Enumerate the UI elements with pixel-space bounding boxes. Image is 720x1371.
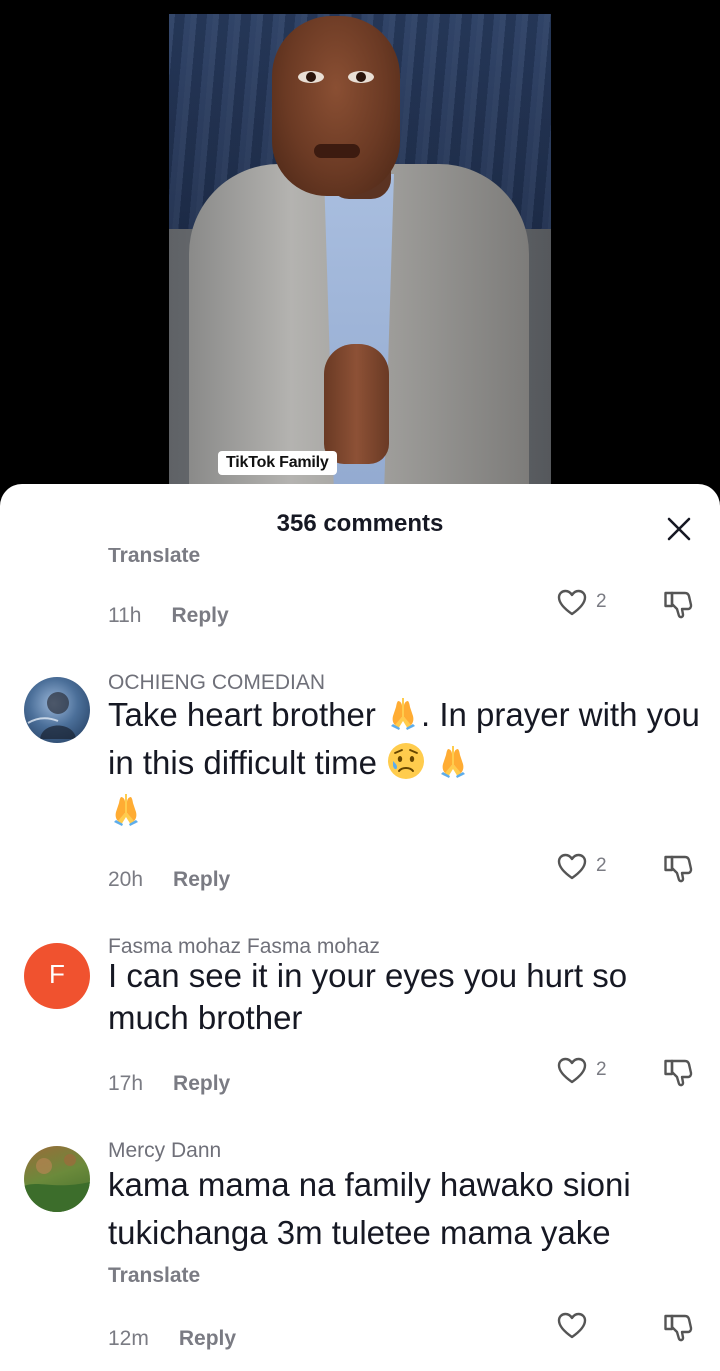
reply-button[interactable]: Reply xyxy=(171,604,228,627)
folded-hands-icon xyxy=(108,791,144,827)
comments-header: 356 comments xyxy=(0,484,720,548)
sad-face-icon xyxy=(386,741,426,781)
dislike-button[interactable] xyxy=(662,588,696,622)
like-button[interactable]: 2 xyxy=(556,587,616,621)
translate-link[interactable]: Translate xyxy=(108,1264,200,1288)
thumbs-down-icon xyxy=(662,1311,694,1343)
avatar[interactable] xyxy=(24,677,90,743)
video-person-eye xyxy=(348,71,374,83)
comment-text: kama mama na family hawako sioni tukicha… xyxy=(108,1166,631,1251)
comments-sheet: 356 comments Translate 11h Reply 2 OCHIE… xyxy=(0,484,720,1371)
video-watermark: TikTok Family xyxy=(218,451,337,475)
dislike-button[interactable] xyxy=(662,1311,696,1345)
folded-hands-icon xyxy=(435,743,471,779)
avatar-image xyxy=(24,1154,90,1212)
comment-meta: 12m Reply xyxy=(108,1327,236,1351)
comment-time: 12m xyxy=(108,1327,149,1350)
comment-time: 11h xyxy=(108,604,142,627)
reply-button[interactable]: Reply xyxy=(173,1072,230,1095)
like-count: 2 xyxy=(596,591,607,612)
comments-count-title: 356 comments xyxy=(276,510,444,537)
comment-username[interactable]: Mercy Dann xyxy=(108,1139,221,1163)
video-frame: TikTok Family xyxy=(169,14,551,484)
avatar-image xyxy=(27,692,76,739)
close-button[interactable] xyxy=(662,512,696,546)
comment-text-part: Take heart brother xyxy=(108,696,385,733)
like-button[interactable]: 2 xyxy=(556,851,616,885)
video-person-hands xyxy=(324,344,389,464)
translate-link[interactable]: Translate xyxy=(108,548,200,568)
avatar-letter: F xyxy=(49,959,65,989)
comments-list[interactable]: Translate 11h Reply 2 OCHIENG COMEDIAN T… xyxy=(0,548,720,1371)
avatar[interactable] xyxy=(24,1146,90,1212)
avatar[interactable]: F xyxy=(24,943,90,1009)
like-count: 2 xyxy=(596,855,607,876)
comment-text: I can see it in your eyes you hurt so mu… xyxy=(108,957,628,1036)
heart-icon xyxy=(556,587,588,619)
heart-icon xyxy=(556,1055,588,1087)
video-person-mouth xyxy=(314,144,360,158)
video-person-head xyxy=(272,16,400,196)
reply-button[interactable]: Reply xyxy=(173,868,230,891)
like-button[interactable] xyxy=(556,1310,616,1344)
video-person-eye xyxy=(298,71,324,83)
heart-icon xyxy=(556,1310,588,1342)
thumbs-down-icon xyxy=(662,588,694,620)
like-button[interactable]: 2 xyxy=(556,1055,616,1089)
reply-button[interactable]: Reply xyxy=(179,1327,236,1350)
folded-hands-icon xyxy=(385,695,421,731)
comment-meta: 17h Reply xyxy=(108,1072,230,1096)
comment-time: 20h xyxy=(108,868,144,891)
comment-text: Take heart brother . In prayer with you … xyxy=(108,691,704,835)
like-count: 2 xyxy=(596,1059,607,1080)
dislike-button[interactable] xyxy=(662,1056,696,1090)
thumbs-down-icon xyxy=(662,852,694,884)
video-player[interactable]: TikTok Family xyxy=(0,0,720,500)
comment-time: 17h xyxy=(108,1072,144,1095)
comment-meta: 20h Reply xyxy=(108,868,230,892)
heart-icon xyxy=(556,851,588,883)
close-icon xyxy=(667,517,691,541)
comment-meta: 11h Reply xyxy=(108,604,229,628)
thumbs-down-icon xyxy=(662,1056,694,1088)
dislike-button[interactable] xyxy=(662,852,696,886)
